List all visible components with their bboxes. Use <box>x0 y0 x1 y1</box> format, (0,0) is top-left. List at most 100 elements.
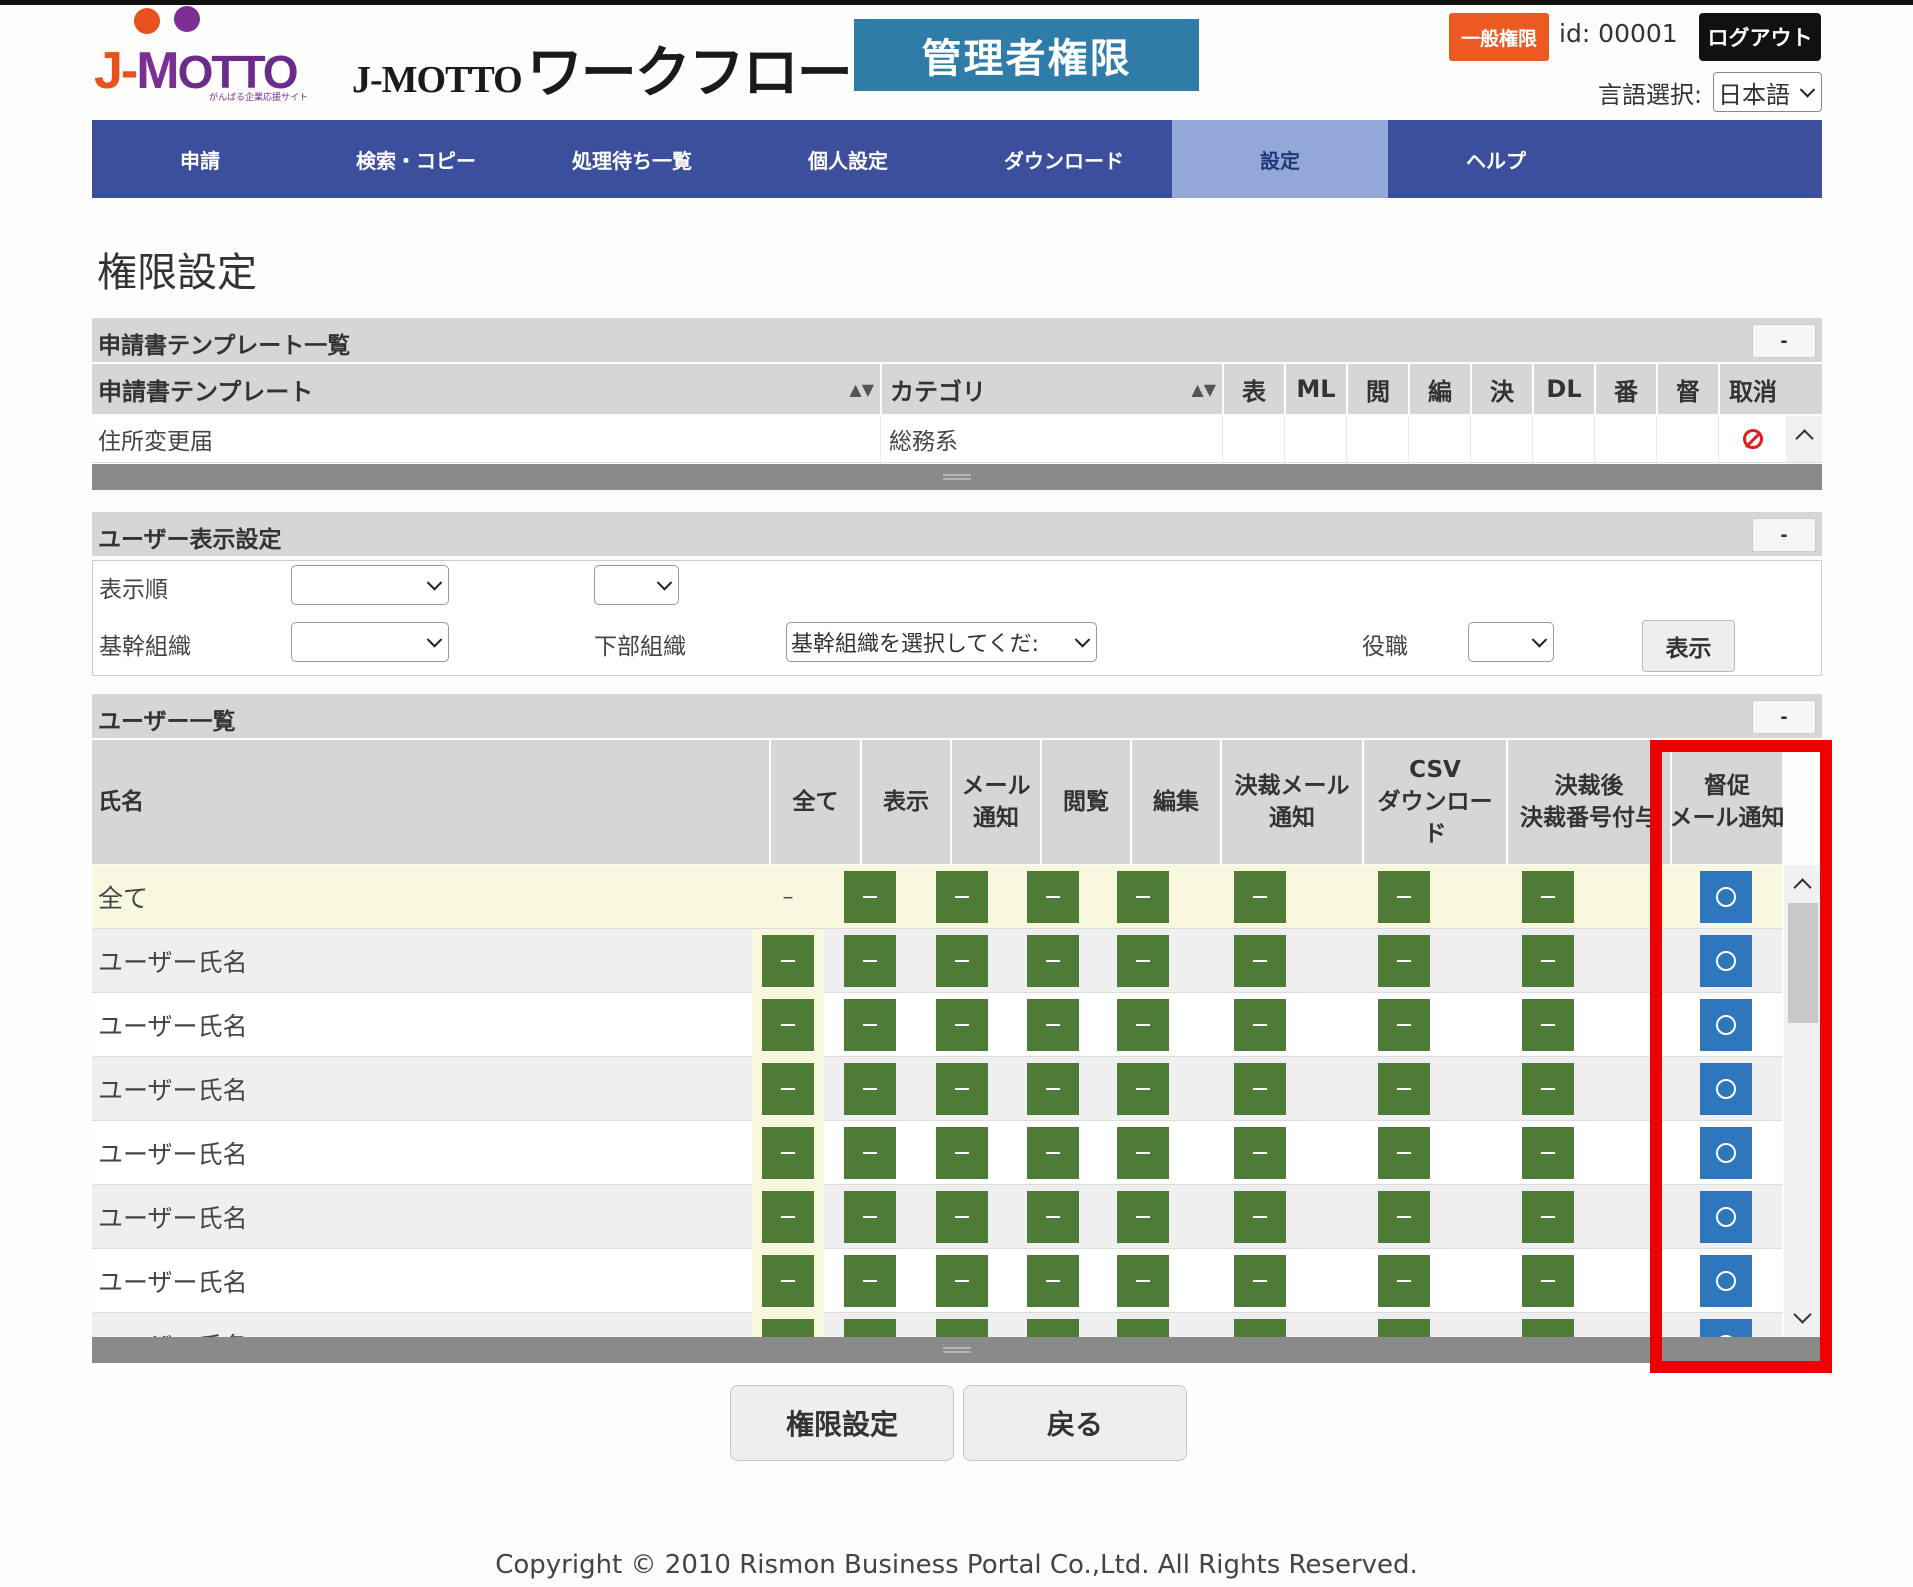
user-list-scrollbar[interactable] <box>1784 865 1822 1337</box>
toggle-all-number[interactable] <box>1522 871 1574 923</box>
general-permission-button[interactable]: 一般権限 <box>1449 13 1549 61</box>
toggle-all-button[interactable] <box>762 1127 814 1179</box>
template-scrollbar[interactable] <box>1786 416 1822 462</box>
org-select[interactable] <box>291 622 449 662</box>
toggle-csv-button[interactable] <box>1378 1127 1430 1179</box>
toggle-all-button[interactable] <box>762 1255 814 1307</box>
toggle-all-button[interactable] <box>762 1063 814 1115</box>
toggle-csv-button[interactable] <box>1378 1255 1430 1307</box>
show-button[interactable]: 表示 <box>1642 620 1735 672</box>
col-template[interactable]: 申請書テンプレート ▲▼ <box>92 364 880 414</box>
toggle-reminder-button[interactable] <box>1700 1127 1752 1179</box>
toggle-display-button[interactable] <box>844 935 896 987</box>
toggle-display-button[interactable] <box>844 1127 896 1179</box>
set-permission-button[interactable]: 権限設定 <box>730 1385 954 1461</box>
toggle-mail-button[interactable] <box>936 935 988 987</box>
toggle-display-button[interactable] <box>844 999 896 1051</box>
toggle-browse-button[interactable] <box>1027 1063 1079 1115</box>
toggle-all-approval-mail[interactable] <box>1234 871 1286 923</box>
nav-apply[interactable]: 申請 <box>92 120 308 198</box>
toggle-approval-mail-button[interactable] <box>1234 1191 1286 1243</box>
logout-button[interactable]: ログアウト <box>1699 13 1821 61</box>
toggle-display-button[interactable] <box>844 1255 896 1307</box>
nav-pending-list[interactable]: 処理待ち一覧 <box>524 120 740 198</box>
language-select[interactable]: 日本語 <box>1713 72 1822 112</box>
toggle-display-button[interactable] <box>844 1319 896 1337</box>
user-list-resize-handle[interactable] <box>92 1337 1822 1363</box>
cancel-icon[interactable] <box>1742 429 1763 449</box>
scroll-down-icon[interactable] <box>1793 1305 1812 1324</box>
position-select[interactable] <box>1468 622 1554 662</box>
toggle-all-button[interactable] <box>762 1319 814 1337</box>
toggle-edit-button[interactable] <box>1117 999 1169 1051</box>
toggle-csv-button[interactable] <box>1378 1191 1430 1243</box>
toggle-csv-button[interactable] <box>1378 999 1430 1051</box>
toggle-all-csv[interactable] <box>1378 871 1430 923</box>
toggle-edit-button[interactable] <box>1117 935 1169 987</box>
toggle-mail-button[interactable] <box>936 1255 988 1307</box>
toggle-csv-button[interactable] <box>1378 1063 1430 1115</box>
toggle-number-button[interactable] <box>1522 1191 1574 1243</box>
toggle-all-mail[interactable] <box>936 871 988 923</box>
nav-help[interactable]: ヘルプ <box>1388 120 1604 198</box>
toggle-browse-button[interactable] <box>1027 935 1079 987</box>
toggle-reminder-button[interactable] <box>1700 999 1752 1051</box>
toggle-csv-button[interactable] <box>1378 935 1430 987</box>
toggle-number-button[interactable] <box>1522 935 1574 987</box>
toggle-mail-button[interactable] <box>936 1127 988 1179</box>
nav-settings[interactable]: 設定 <box>1172 120 1388 198</box>
toggle-display-button[interactable] <box>844 1191 896 1243</box>
toggle-number-button[interactable] <box>1522 1063 1574 1115</box>
suborg-select[interactable]: 基幹組織を選択してくだ: <box>786 622 1097 662</box>
scroll-thumb[interactable] <box>1788 903 1818 1023</box>
cancel-cell[interactable] <box>1718 416 1786 462</box>
col-category[interactable]: カテゴリ ▲▼ <box>880 364 1222 414</box>
toggle-reminder-button[interactable] <box>1700 1255 1752 1307</box>
toggle-browse-button[interactable] <box>1027 1127 1079 1179</box>
user-collapse-button[interactable]: - <box>1752 700 1816 734</box>
toggle-number-button[interactable] <box>1522 1319 1574 1337</box>
toggle-all-button[interactable] <box>762 935 814 987</box>
nav-search-copy[interactable]: 検索・コピー <box>308 120 524 198</box>
nav-personal-settings[interactable]: 個人設定 <box>740 120 956 198</box>
scroll-up-icon[interactable] <box>1793 878 1812 897</box>
toggle-number-button[interactable] <box>1522 1255 1574 1307</box>
toggle-browse-button[interactable] <box>1027 999 1079 1051</box>
toggle-approval-mail-button[interactable] <box>1234 999 1286 1051</box>
toggle-browse-button[interactable] <box>1027 1319 1079 1337</box>
toggle-edit-button[interactable] <box>1117 1319 1169 1337</box>
toggle-edit-button[interactable] <box>1117 1255 1169 1307</box>
toggle-all-button[interactable] <box>762 999 814 1051</box>
template-collapse-button[interactable]: - <box>1752 324 1816 358</box>
toggle-approval-mail-button[interactable] <box>1234 1319 1286 1337</box>
toggle-reminder-button[interactable] <box>1700 1191 1752 1243</box>
back-button[interactable]: 戻る <box>963 1385 1187 1461</box>
toggle-reminder-button[interactable] <box>1700 1319 1752 1337</box>
toggle-mail-button[interactable] <box>936 999 988 1051</box>
toggle-csv-button[interactable] <box>1378 1319 1430 1337</box>
toggle-approval-mail-button[interactable] <box>1234 1127 1286 1179</box>
toggle-mail-button[interactable] <box>936 1063 988 1115</box>
display-collapse-button[interactable]: - <box>1752 518 1816 552</box>
toggle-all-edit[interactable] <box>1117 871 1169 923</box>
order-select[interactable] <box>291 565 449 605</box>
toggle-number-button[interactable] <box>1522 1127 1574 1179</box>
toggle-mail-button[interactable] <box>936 1191 988 1243</box>
toggle-edit-button[interactable] <box>1117 1063 1169 1115</box>
toggle-edit-button[interactable] <box>1117 1127 1169 1179</box>
toggle-all-display[interactable] <box>844 871 896 923</box>
toggle-edit-button[interactable] <box>1117 1191 1169 1243</box>
toggle-display-button[interactable] <box>844 1063 896 1115</box>
j-motto-logo[interactable]: J-MOTTO がんばる企業応援サイト <box>94 6 319 103</box>
toggle-browse-button[interactable] <box>1027 1191 1079 1243</box>
toggle-mail-button[interactable] <box>936 1319 988 1337</box>
scroll-up-icon[interactable] <box>1795 429 1814 448</box>
toggle-all-button[interactable] <box>762 1191 814 1243</box>
toggle-browse-button[interactable] <box>1027 1255 1079 1307</box>
toggle-approval-mail-button[interactable] <box>1234 1255 1286 1307</box>
toggle-all-reminder[interactable] <box>1700 871 1752 923</box>
template-resize-handle[interactable] <box>92 464 1822 490</box>
toggle-number-button[interactable] <box>1522 999 1574 1051</box>
table-row[interactable]: 住所変更届 総務系 <box>92 416 1822 463</box>
toggle-approval-mail-button[interactable] <box>1234 1063 1286 1115</box>
